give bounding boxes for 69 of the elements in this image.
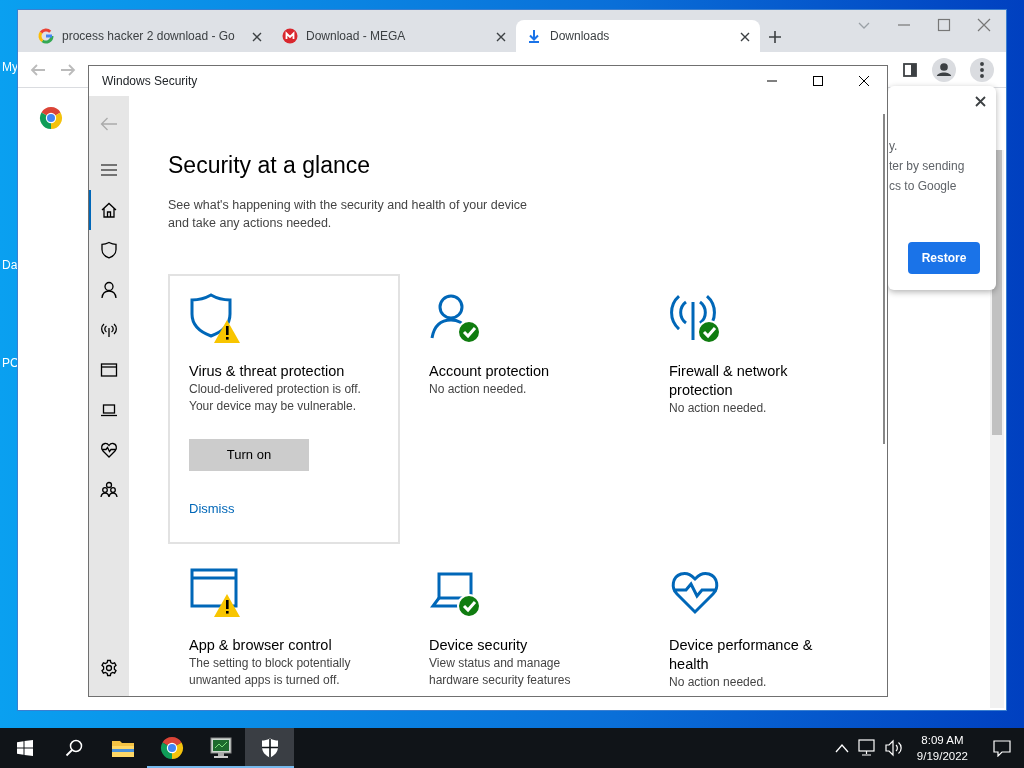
card-title[interactable]: Virus & threat protection <box>189 362 364 381</box>
page-heading: Security at a glance <box>168 151 371 180</box>
card-title[interactable]: App & browser control <box>189 636 364 655</box>
card-title[interactable]: Device security <box>429 636 604 655</box>
side-panel-button[interactable] <box>902 61 918 78</box>
restore-button[interactable]: Restore <box>908 242 980 274</box>
clock[interactable]: 8:09 AM 9/19/2022 <box>908 732 976 764</box>
laptop-icon <box>430 572 473 608</box>
shield-icon <box>260 738 279 758</box>
folder-icon <box>110 738 135 758</box>
people-icon <box>100 481 118 499</box>
person-icon <box>100 281 118 299</box>
card-description: Cloud-delivered protection is off. Your device may be vulnerable. <box>189 381 362 415</box>
antenna-icon <box>670 294 716 342</box>
close-icon[interactable] <box>252 31 262 42</box>
clock-date: 9/19/2022 <box>916 749 968 764</box>
clock-time: 8:09 AM <box>920 733 965 748</box>
search-icon[interactable] <box>64 739 83 757</box>
dismiss-link[interactable]: Dismiss <box>189 499 235 519</box>
shield-icon <box>100 241 118 259</box>
popup-text: y. <box>889 138 899 155</box>
security-button[interactable] <box>245 728 294 768</box>
browser-tab[interactable]: process hacker 2 download - Go <box>28 20 272 52</box>
browser-tab[interactable]: Downloads <box>516 20 760 52</box>
card-title[interactable]: Device performance & health <box>669 636 844 674</box>
speaker-icon[interactable] <box>883 739 904 757</box>
card-description: View status and manage hardware security features <box>429 655 572 689</box>
profile-button[interactable] <box>932 57 956 82</box>
windows-logo-icon[interactable] <box>16 740 33 756</box>
monitor-icon <box>208 737 233 759</box>
close-icon[interactable] <box>740 31 750 42</box>
window-icon <box>190 568 238 608</box>
status-card[interactable]: Virus & threat protection Cloud-delivered protection is off. Your device may be vulnerable. Turn on Dismiss <box>168 274 400 544</box>
card-description: No action needed. <box>669 674 768 691</box>
network-icon[interactable] <box>857 739 878 757</box>
window-title: Windows Security <box>102 73 198 90</box>
turn-on-button[interactable]: Turn on <box>189 439 309 471</box>
antenna-icon <box>100 321 118 339</box>
card-description: No action needed. <box>429 381 528 398</box>
card-title[interactable]: Account protection <box>429 362 604 381</box>
menu-button[interactable] <box>970 57 994 82</box>
shield-icon <box>190 293 232 338</box>
home-icon <box>100 201 118 219</box>
browser-tab[interactable]: Download - MEGA <box>272 20 516 52</box>
card-description: No action needed. <box>669 400 768 417</box>
logo-icon <box>282 28 298 44</box>
close-button[interactable] <box>975 96 986 107</box>
heart-icon <box>671 571 719 614</box>
card-description: The setting to block potentially unwanted apps is turned off. <box>189 655 352 689</box>
close-icon[interactable] <box>858 75 870 87</box>
new-tab-button[interactable] <box>768 30 782 44</box>
download-icon <box>526 28 542 44</box>
settings-icon[interactable] <box>100 659 118 677</box>
page-description: See what's happening with the security and health of your device and take any actions needed. <box>168 197 528 232</box>
chrome-logo-icon <box>39 106 63 130</box>
popup-text: ter by sending <box>889 158 966 175</box>
maximize-icon[interactable] <box>812 75 824 87</box>
card-title[interactable]: Firewall & network protection <box>669 362 844 400</box>
scrollbar[interactable] <box>883 114 885 444</box>
laptop-icon <box>100 401 118 419</box>
close-icon[interactable] <box>496 31 506 42</box>
popup-text: cs to Google <box>889 178 958 195</box>
menu-icon[interactable] <box>101 164 117 176</box>
caret-icon[interactable] <box>834 743 849 753</box>
chrome-logo-icon <box>159 736 184 760</box>
window-icon <box>100 361 118 379</box>
google-icon <box>38 28 54 44</box>
notification-icon[interactable] <box>993 739 1011 757</box>
heart-icon <box>100 441 118 459</box>
